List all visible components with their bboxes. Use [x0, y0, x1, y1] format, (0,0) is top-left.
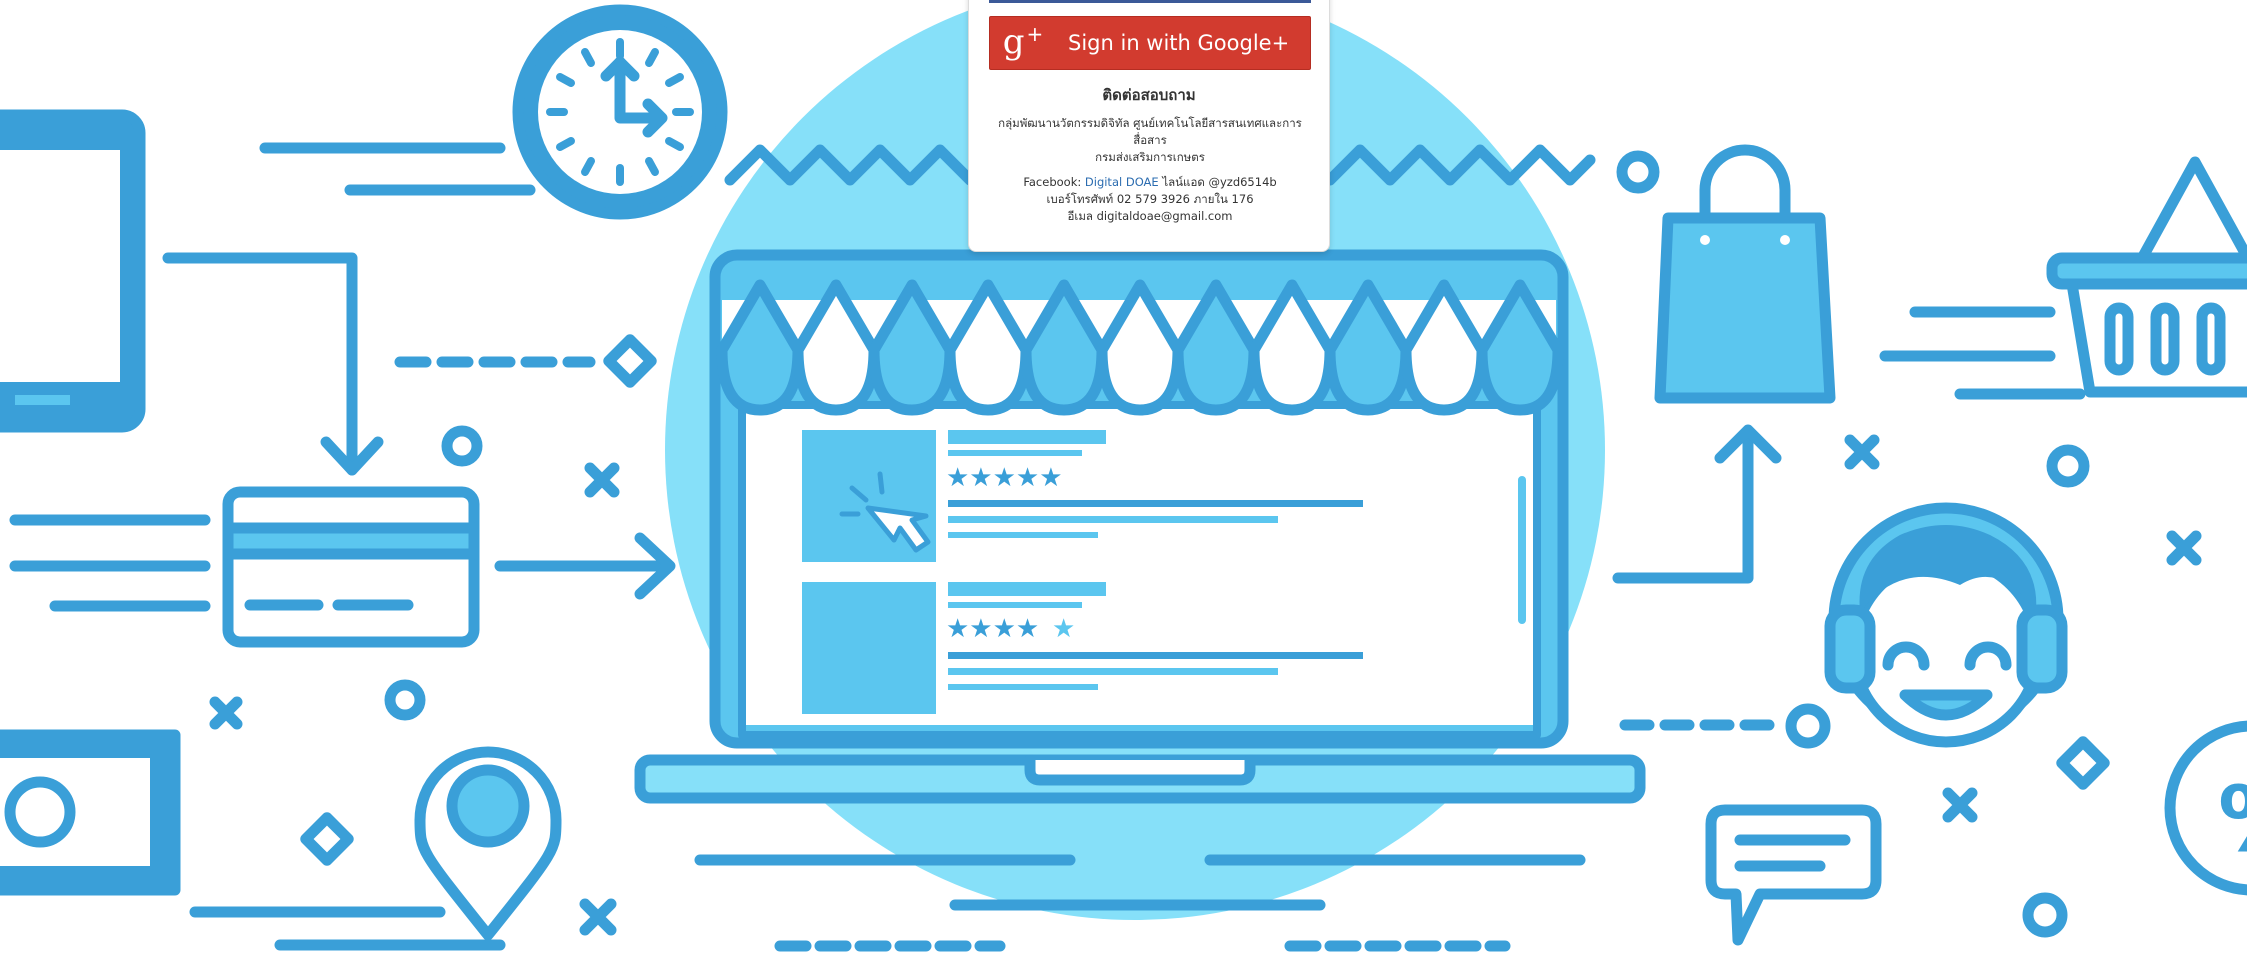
contact-phone: เบอร์โทรศัพท์ 02 579 3926 ภายใน 176: [1046, 192, 1254, 206]
percent-badge-icon: %: [2164, 720, 2247, 896]
contact-org-line: กลุ่มพัฒนานวัตกรรมดิจิทัล ศูนย์เทคโนโลยี…: [998, 116, 1302, 130]
credit-card-icon: [222, 486, 480, 648]
contact-title: ติดต่อสอบถาม: [1102, 86, 1196, 104]
shopping-bag-icon: [1654, 144, 1836, 404]
facebook-login-button[interactable]: [989, 0, 1311, 3]
contact-email: อีเมล digitaldoae@gmail.com: [1067, 209, 1233, 223]
tablet-icon: [0, 109, 146, 433]
contact-facebook-line: Facebook: Digital DOAE ไลน์แอด @yzd6514b: [987, 174, 1313, 191]
storefront-laptop-icon: ★★★★★ ★★★★ ★: [634, 249, 1646, 804]
clock-icon: [512, 4, 728, 220]
chat-bubble-icon: [1705, 804, 1882, 946]
contact-dept: กรมส่งเสริมการเกษตร: [1095, 150, 1205, 164]
banknote-icon: [0, 729, 181, 896]
facebook-page-link[interactable]: Digital DOAE: [1085, 175, 1159, 189]
line-id: ไลน์แอด @yzd6514b: [1158, 175, 1277, 189]
svg-text:★: ★: [1052, 614, 1075, 644]
google-signin-button[interactable]: g + Sign in with Google+: [989, 16, 1311, 70]
svg-text:★★★★: ★★★★: [946, 614, 1039, 644]
contact-info: กลุ่มพัฒนานวัตกรรมดิจิทัล ศูนย์เทคโนโลยี…: [987, 115, 1313, 225]
svg-text:★★★★★: ★★★★★: [946, 463, 1063, 493]
google-signin-label: Sign in with Google+: [1068, 31, 1290, 55]
google-plus-icon: g +: [1002, 22, 1044, 62]
contact-org-line: สื่อสาร: [1133, 133, 1167, 147]
login-contact-panel: g + Sign in with Google+ ติดต่อสอบถาม กลุ…: [968, 0, 1330, 252]
svg-text:%: %: [2218, 767, 2247, 872]
facebook-prefix: Facebook:: [1023, 175, 1085, 189]
support-agent-icon: [1824, 502, 2068, 748]
shopping-basket-icon: [2046, 156, 2247, 398]
